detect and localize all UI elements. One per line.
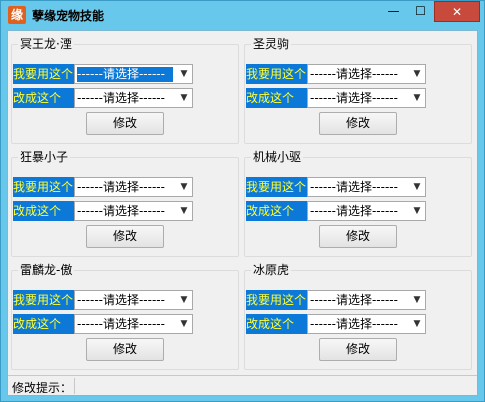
use-row: 我要用这个 ------请选择------ ▼ xyxy=(13,64,209,84)
change-row: 改成这个 ------请选择------ ▼ xyxy=(13,201,209,221)
combo-value: ------请选择------ xyxy=(310,180,398,194)
combo-value: ------请选择------ xyxy=(77,293,165,307)
dropdown-arrow-icon[interactable]: ▼ xyxy=(409,178,425,196)
client-area: 冥王龙·湮 我要用这个 ------请选择------ ▼ 改成这个 -----… xyxy=(7,30,478,396)
use-label: 我要用这个 xyxy=(13,177,74,197)
dropdown-arrow-icon[interactable]: ▼ xyxy=(176,315,192,333)
use-row: 我要用这个 ------请选择------ ▼ xyxy=(246,290,442,310)
use-row: 我要用这个 ------请选择------ ▼ xyxy=(246,64,442,84)
close-button[interactable]: ✕ xyxy=(434,1,480,22)
use-skill-select[interactable]: ------请选择------ ▼ xyxy=(74,64,193,84)
use-skill-select[interactable]: ------请选择------ ▼ xyxy=(74,177,193,197)
combo-value: ------请选择------ xyxy=(77,317,165,331)
combo-value: ------请选择------ xyxy=(310,204,398,218)
modify-button[interactable]: 修改 xyxy=(86,225,164,248)
change-skill-select[interactable]: ------请选择------ ▼ xyxy=(307,201,426,221)
change-skill-select[interactable]: ------请选择------ ▼ xyxy=(74,88,193,108)
combo-value: ------请选择------ xyxy=(310,67,398,81)
change-row: 改成这个 ------请选择------ ▼ xyxy=(13,88,209,108)
combo-value: ------请选择------ xyxy=(77,67,173,82)
window-title: 孽缘宠物技能 xyxy=(32,9,105,23)
group-title: 狂暴小子 xyxy=(18,149,71,165)
use-row: 我要用这个 ------请选择------ ▼ xyxy=(246,177,442,197)
use-skill-select[interactable]: ------请选择------ ▼ xyxy=(307,290,426,310)
group-title: 机械小驱 xyxy=(251,149,304,165)
pet-group-2: 圣灵驹 我要用这个 ------请选择------ ▼ 改成这个 ------请… xyxy=(244,36,472,144)
modify-button[interactable]: 修改 xyxy=(319,338,397,361)
pet-group-6: 冰原虎 我要用这个 ------请选择------ ▼ 改成这个 ------请… xyxy=(244,262,472,370)
change-skill-select[interactable]: ------请选择------ ▼ xyxy=(307,88,426,108)
dropdown-arrow-icon[interactable]: ▼ xyxy=(409,291,425,309)
minimize-button[interactable]: — xyxy=(380,1,407,22)
change-label: 改成这个 xyxy=(13,314,74,334)
use-row: 我要用这个 ------请选择------ ▼ xyxy=(13,177,209,197)
dropdown-arrow-icon[interactable]: ▼ xyxy=(176,202,192,220)
use-skill-select[interactable]: ------请选择------ ▼ xyxy=(74,290,193,310)
use-label: 我要用这个 xyxy=(246,64,307,84)
group-title: 圣灵驹 xyxy=(251,36,292,52)
pet-group-5: 雷麟龙-傲 我要用这个 ------请选择------ ▼ 改成这个 -----… xyxy=(11,262,239,370)
dropdown-arrow-icon[interactable]: ▼ xyxy=(176,89,192,107)
app-icon: 缘 xyxy=(8,6,26,24)
modify-button[interactable]: 修改 xyxy=(319,225,397,248)
use-skill-select[interactable]: ------请选择------ ▼ xyxy=(307,64,426,84)
dropdown-arrow-icon[interactable]: ▼ xyxy=(409,315,425,333)
combo-value: ------请选择------ xyxy=(310,317,398,331)
dropdown-arrow-icon[interactable]: ▼ xyxy=(409,65,425,83)
status-separator xyxy=(74,378,75,394)
dropdown-arrow-icon[interactable]: ▼ xyxy=(409,202,425,220)
modify-button[interactable]: 修改 xyxy=(86,112,164,135)
change-label: 改成这个 xyxy=(246,88,307,108)
use-label: 我要用这个 xyxy=(246,177,307,197)
use-label: 我要用这个 xyxy=(246,290,307,310)
use-row: 我要用这个 ------请选择------ ▼ xyxy=(13,290,209,310)
dropdown-arrow-icon[interactable]: ▼ xyxy=(176,65,192,83)
pet-group-4: 机械小驱 我要用这个 ------请选择------ ▼ 改成这个 ------… xyxy=(244,149,472,257)
status-label: 修改提示： xyxy=(12,381,73,395)
change-row: 改成这个 ------请选择------ ▼ xyxy=(13,314,209,334)
group-title: 冰原虎 xyxy=(251,262,292,278)
change-label: 改成这个 xyxy=(246,314,307,334)
combo-value: ------请选择------ xyxy=(310,293,398,307)
maximize-button[interactable]: ☐ xyxy=(407,1,434,22)
use-skill-select[interactable]: ------请选择------ ▼ xyxy=(307,177,426,197)
use-label: 我要用这个 xyxy=(13,64,74,84)
pet-group-3: 狂暴小子 我要用这个 ------请选择------ ▼ 改成这个 ------… xyxy=(11,149,239,257)
group-title: 冥王龙·湮 xyxy=(18,36,74,52)
group-title: 雷麟龙-傲 xyxy=(18,262,75,278)
use-label: 我要用这个 xyxy=(13,290,74,310)
change-label: 改成这个 xyxy=(13,88,74,108)
pet-group-1: 冥王龙·湮 我要用这个 ------请选择------ ▼ 改成这个 -----… xyxy=(11,36,239,144)
title-bar[interactable]: 缘 孽缘宠物技能 — ☐ ✕ xyxy=(1,1,484,30)
change-row: 改成这个 ------请选择------ ▼ xyxy=(246,201,442,221)
change-row: 改成这个 ------请选择------ ▼ xyxy=(246,88,442,108)
modify-button[interactable]: 修改 xyxy=(86,338,164,361)
dropdown-arrow-icon[interactable]: ▼ xyxy=(176,178,192,196)
change-skill-select[interactable]: ------请选择------ ▼ xyxy=(74,201,193,221)
combo-value: ------请选择------ xyxy=(77,204,165,218)
change-row: 改成这个 ------请选择------ ▼ xyxy=(246,314,442,334)
modify-button[interactable]: 修改 xyxy=(319,112,397,135)
status-bar: 修改提示： xyxy=(8,375,477,395)
change-label: 改成这个 xyxy=(13,201,74,221)
app-window: 缘 孽缘宠物技能 — ☐ ✕ 冥王龙·湮 我要用这个 ------请选择----… xyxy=(0,0,485,402)
combo-value: ------请选择------ xyxy=(77,180,165,194)
change-label: 改成这个 xyxy=(246,201,307,221)
change-skill-select[interactable]: ------请选择------ ▼ xyxy=(74,314,193,334)
change-skill-select[interactable]: ------请选择------ ▼ xyxy=(307,314,426,334)
combo-value: ------请选择------ xyxy=(77,91,165,105)
dropdown-arrow-icon[interactable]: ▼ xyxy=(409,89,425,107)
dropdown-arrow-icon[interactable]: ▼ xyxy=(176,291,192,309)
combo-value: ------请选择------ xyxy=(310,91,398,105)
